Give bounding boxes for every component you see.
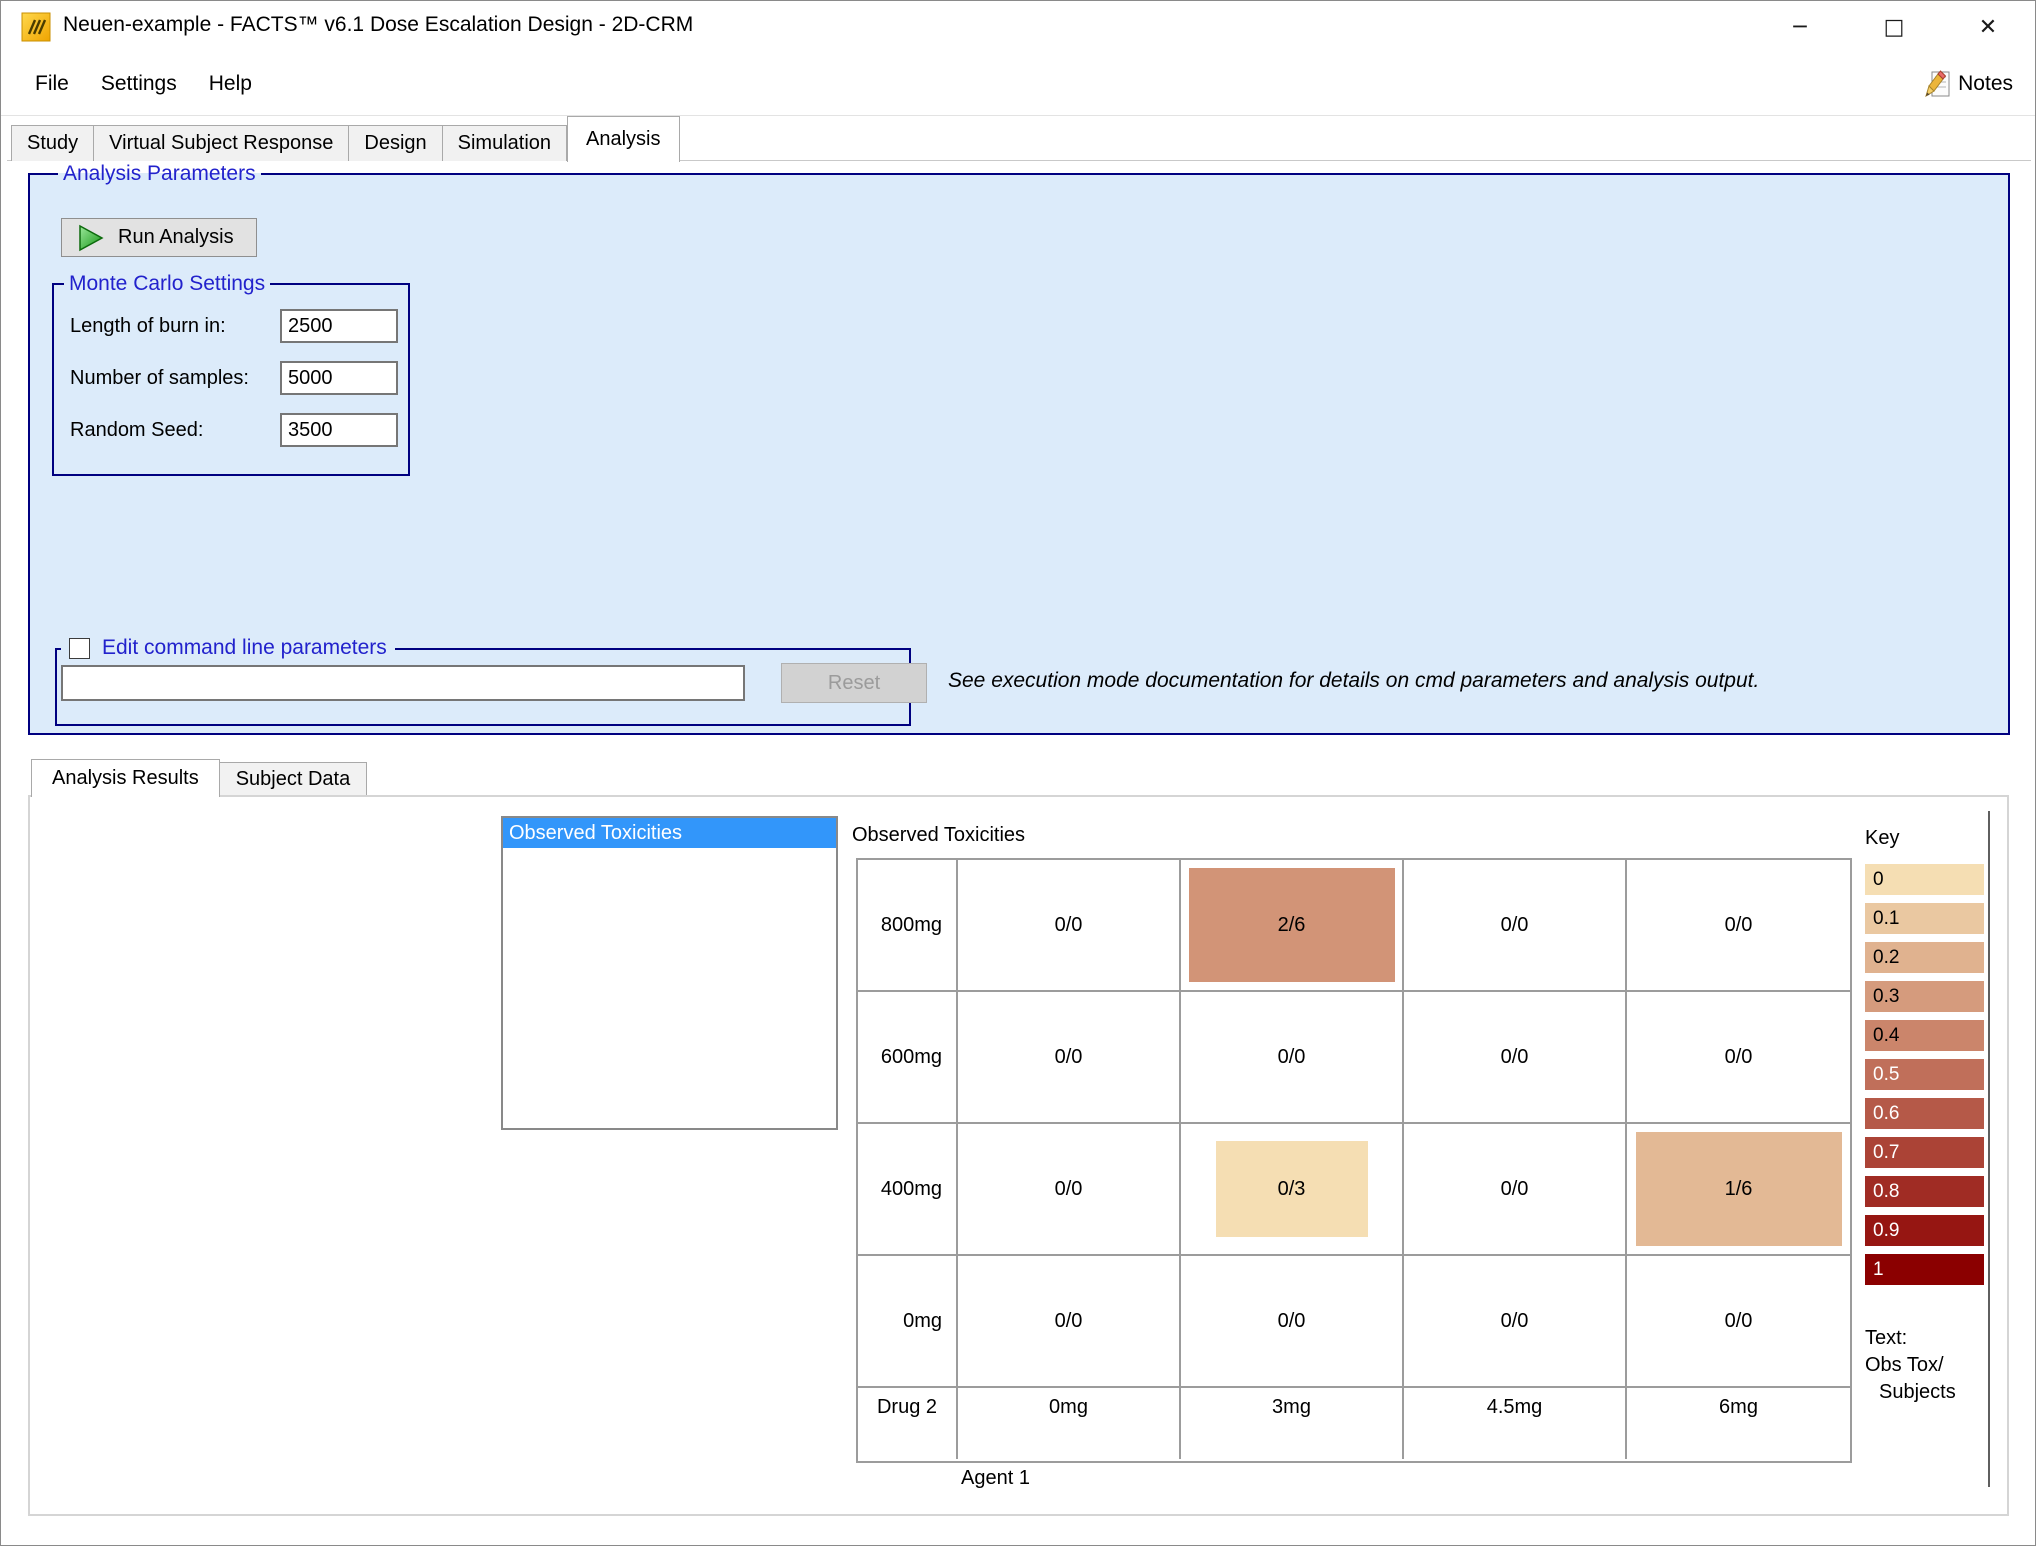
heatmap-cell: 0/0 [958,992,1181,1124]
play-icon [76,223,106,253]
app-logo-icon [21,12,51,42]
key-note: Text:Obs Tox/Subjects [1865,1325,1956,1406]
chart-title: Observed Toxicities [852,824,1025,847]
col-label-4-5mg: 4.5mg [1404,1388,1627,1459]
heatmap-cell: 0/0 [1404,1256,1627,1388]
menu-bar: FileSettingsHelp Notes [1,53,2035,116]
heatmap-colored-block: 0/3 [1216,1141,1368,1237]
notes-icon [1922,69,1952,99]
length-of-burn-in-label: Length of burn in: [70,315,226,338]
monte-carlo-settings-group: Monte Carlo Settings Length of burn in:N… [52,283,410,476]
random-seed-input[interactable] [280,413,398,447]
heatmap-cell: 0/0 [1181,992,1404,1124]
key-scale: 0 0.1 0.2 0.3 0.4 0.5 0.6 0.7 0.8 0.9 1 [1865,864,1984,1293]
minimize-icon[interactable]: ─ [1767,1,1833,53]
heatmap-cell: 0/0 [1404,992,1627,1124]
corner-label: Drug 2 [858,1388,958,1459]
key-swatch-0-5: 0.5 [1865,1059,1984,1090]
key-swatch-0-3: 0.3 [1865,981,1984,1012]
length-of-burn-in-input[interactable] [280,309,398,343]
analysis-parameters-label: Analysis Parameters [58,162,261,186]
observed-toxicities-heatmap: 800mg0/02/60/00/0600mg0/00/00/00/0400mg0… [856,858,1852,1463]
close-icon[interactable]: ✕ [1955,1,2021,53]
results-listbox: Observed Toxicities [501,816,838,1130]
maximize-icon[interactable]: □ [1861,1,1927,53]
key-swatch-0-9: 0.9 [1865,1215,1984,1246]
tab-design[interactable]: Design [349,125,442,161]
key-swatch-0-6: 0.6 [1865,1098,1984,1129]
reset-button[interactable]: Reset [781,663,927,703]
key-swatch-0: 0 [1865,864,1984,895]
heatmap-cell: 0/0 [1181,1256,1404,1388]
key-swatch-0-8: 0.8 [1865,1176,1984,1207]
mc-field-row-length-of-burn-in: Length of burn in: [54,309,408,345]
heatmap-cell: 0/0 [1404,860,1627,992]
heatmap-cell: 0/0 [1627,860,1850,992]
key-swatch-0-7: 0.7 [1865,1137,1984,1168]
key-swatch-1: 1 [1865,1254,1984,1285]
tab-study[interactable]: Study [11,125,94,161]
run-analysis-button[interactable]: Run Analysis [61,218,257,257]
key-swatch-0-4: 0.4 [1865,1020,1984,1051]
menu-items: FileSettingsHelp [19,53,268,115]
heatmap-cell: 0/0 [958,1124,1181,1256]
heatmap-cell: 0/0 [1627,1256,1850,1388]
monte-carlo-settings-label: Monte Carlo Settings [64,272,270,296]
analysis-parameters-group: Analysis Parameters Run Analysis Monte C… [28,173,2010,735]
run-analysis-label: Run Analysis [118,226,234,249]
col-label-3mg: 3mg [1181,1388,1404,1459]
key-swatch-0-1: 0.1 [1865,903,1984,934]
cmd-parameters-group: Edit command line parameters Reset [55,648,911,726]
heatmap-cell: 0/3 [1181,1124,1404,1256]
key-note-line: Obs Tox/ [1865,1352,1956,1379]
menu-item-help[interactable]: Help [193,66,268,102]
heatmap-cell: 0/0 [958,860,1181,992]
heatmap-colored-block: 2/6 [1189,868,1395,982]
results-tabstrip: Analysis ResultsSubject Data [31,757,367,795]
key-swatch-0-2: 0.2 [1865,942,1984,973]
row-label-400mg: 400mg [858,1124,958,1256]
row-label-600mg: 600mg [858,992,958,1124]
results-tab-analysis-results[interactable]: Analysis Results [31,759,220,797]
col-label-6mg: 6mg [1627,1388,1850,1459]
row-label-0mg: 0mg [858,1256,958,1388]
col-label-0mg: 0mg [958,1388,1181,1459]
heatmap-colored-block: 1/6 [1636,1132,1842,1246]
tab-virtual-subject-response[interactable]: Virtual Subject Response [94,125,349,161]
mc-field-row-random-seed: Random Seed: [54,413,408,449]
application-window: Neuen-example - FACTS™ v6.1 Dose Escalat… [0,0,2036,1546]
edit-cmd-label: Edit command line parameters [102,636,387,660]
key-note-line: Subjects [1865,1379,1956,1406]
random-seed-label: Random Seed: [70,419,203,442]
number-of-samples-input[interactable] [280,361,398,395]
heatmap-cell: 0/0 [1404,1124,1627,1256]
window-title: Neuen-example - FACTS™ v6.1 Dose Escalat… [63,13,693,37]
title-bar: Neuen-example - FACTS™ v6.1 Dose Escalat… [1,1,2035,53]
x-axis-label: Agent 1 [961,1467,1030,1490]
chart-right-edge-line [1988,811,1990,1487]
tab-simulation[interactable]: Simulation [443,125,567,161]
tab-analysis[interactable]: Analysis [567,116,679,162]
heatmap-cell: 0/0 [958,1256,1181,1388]
execution-mode-note: See execution mode documentation for det… [948,669,1759,693]
notes-button[interactable]: Notes [1916,63,2019,105]
results-panel: Observed Toxicities Observed Toxicities … [28,795,2009,1516]
mc-field-row-number-of-samples: Number of samples: [54,361,408,397]
key-note-line: Text: [1865,1325,1956,1352]
row-label-800mg: 800mg [858,860,958,992]
heatmap-cell: 2/6 [1181,860,1404,992]
list-item-observed-toxicities[interactable]: Observed Toxicities [503,818,836,848]
number-of-samples-label: Number of samples: [70,367,249,390]
main-tabstrip: StudyVirtual Subject ResponseDesignSimul… [11,115,680,161]
results-tab-subject-data[interactable]: Subject Data [220,762,368,795]
heatmap-cell: 0/0 [1627,992,1850,1124]
menu-item-file[interactable]: File [19,66,85,102]
heatmap-cell: 1/6 [1627,1124,1850,1256]
cmd-group-header: Edit command line parameters [61,636,395,660]
key-title: Key [1865,827,1899,850]
menu-item-settings[interactable]: Settings [85,66,193,102]
edit-cmd-checkbox[interactable] [69,638,90,659]
cmd-parameters-input[interactable] [61,665,745,701]
notes-label: Notes [1958,72,2013,96]
